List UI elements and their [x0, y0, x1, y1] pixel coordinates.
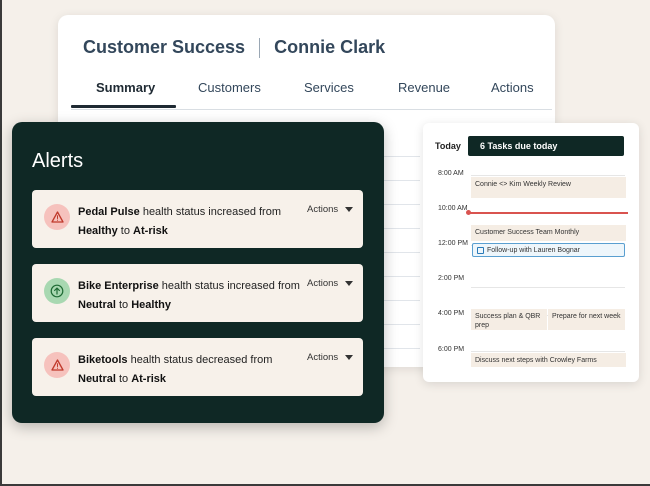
caret-down-icon	[345, 281, 354, 286]
warning-icon	[44, 352, 70, 378]
event-title: Customer Success Team Monthly	[475, 229, 580, 236]
alert-message: Pedal Pulse health status increased from…	[78, 203, 303, 241]
alerts-panel: Alerts Pedal Pulse health status increas…	[12, 122, 384, 423]
calendar-icon	[477, 246, 484, 254]
tab-customers[interactable]: Customers	[198, 80, 261, 95]
status-from: Neutral	[78, 299, 116, 311]
actions-label: Actions	[307, 278, 339, 289]
time-label: 6:00 PM	[438, 346, 465, 353]
alerts-title: Alerts	[32, 150, 84, 172]
window-left-edge	[0, 0, 2, 486]
table-row	[378, 301, 420, 325]
record-header: Customer Success Connie Clark	[83, 37, 385, 58]
background-table	[378, 133, 420, 349]
alert-item[interactable]: Biketools health status decreased from N…	[32, 338, 363, 396]
today-label[interactable]: Today	[435, 141, 461, 151]
current-time-indicator	[468, 212, 628, 214]
event-title: Follow-up with Lauren Bognar	[487, 246, 580, 254]
actions-dropdown[interactable]: Actions	[307, 278, 354, 289]
status-to: At-risk	[133, 225, 168, 237]
table-row	[378, 325, 420, 349]
alert-connector: to	[117, 225, 134, 237]
status-from: Neutral	[78, 373, 116, 385]
calendar-event-selected[interactable]: Follow-up with Lauren Bognar	[472, 243, 625, 257]
status-to: At-risk	[131, 373, 167, 385]
table-row	[378, 181, 420, 205]
calendar-event[interactable]: Connie <> Kim Weekly Review	[471, 177, 626, 198]
tab-services[interactable]: Services	[304, 80, 354, 95]
arrow-up-circle-icon	[44, 278, 70, 304]
actions-dropdown[interactable]: Actions	[307, 204, 354, 215]
table-row	[378, 157, 420, 181]
record-owner-name: Connie Clark	[274, 37, 386, 57]
hour-line	[471, 175, 625, 176]
status-from: Healthy	[78, 225, 118, 237]
status-to: Healthy	[131, 299, 171, 311]
tab-summary[interactable]: Summary	[96, 80, 155, 95]
actions-label: Actions	[307, 352, 339, 363]
event-title: Connie <> Kim Weekly Review	[475, 181, 571, 188]
company-name: Biketools	[78, 354, 128, 366]
alert-detail: health status increased from	[158, 280, 300, 292]
alert-detail: health status increased from	[139, 206, 282, 218]
tab-revenue[interactable]: Revenue	[398, 80, 450, 95]
hour-line	[471, 287, 625, 288]
alert-message: Bike Enterprise health status increased …	[78, 277, 303, 315]
time-label: 2:00 PM	[438, 275, 465, 282]
active-tab-indicator	[71, 105, 176, 108]
company-name: Pedal Pulse	[78, 206, 140, 218]
tab-bar: Summary Customers Services Revenue Actio…	[71, 75, 552, 110]
alert-message: Biketools health status decreased from N…	[78, 351, 303, 389]
calendar-event[interactable]: Success plan & QBR prep	[471, 309, 547, 330]
caret-down-icon	[345, 355, 354, 360]
time-label: 4:00 PM	[438, 310, 465, 317]
time-label: 8:00 AM	[438, 170, 464, 177]
event-title: Discuss next steps with Crowley Farms	[475, 357, 597, 364]
table-row	[378, 205, 420, 229]
calendar-event[interactable]: Discuss next steps with Crowley Farms	[471, 353, 626, 367]
actions-label: Actions	[307, 204, 339, 215]
alert-connector: to	[115, 299, 132, 311]
tab-actions[interactable]: Actions	[491, 80, 534, 95]
alert-detail: health status decreased from	[127, 354, 273, 366]
title-divider	[259, 37, 261, 58]
time-label: 12:00 PM	[438, 240, 468, 247]
caret-down-icon	[345, 207, 354, 212]
alert-item[interactable]: Pedal Pulse health status increased from…	[32, 190, 363, 248]
actions-dropdown[interactable]: Actions	[307, 352, 354, 363]
calendar-event[interactable]: Customer Success Team Monthly	[471, 225, 626, 241]
alert-item[interactable]: Bike Enterprise health status increased …	[32, 264, 363, 322]
tasks-due-button[interactable]: 6 Tasks due today	[468, 136, 624, 156]
time-label: 10:00 AM	[438, 205, 468, 212]
calendar-panel: Today 6 Tasks due today 8:00 AM 10:00 AM…	[423, 123, 639, 382]
alert-connector: to	[115, 373, 132, 385]
event-title: Prepare for next week	[552, 313, 621, 320]
warning-icon	[44, 204, 70, 230]
page-title: Customer Success	[83, 37, 246, 57]
table-row	[378, 133, 420, 157]
company-name: Bike Enterprise	[78, 280, 159, 292]
table-row	[378, 277, 420, 301]
table-row	[378, 253, 420, 277]
event-title: Success plan & QBR prep	[475, 313, 541, 329]
hour-line	[471, 351, 625, 352]
calendar-event[interactable]: Prepare for next week	[548, 309, 625, 330]
table-row	[378, 229, 420, 253]
